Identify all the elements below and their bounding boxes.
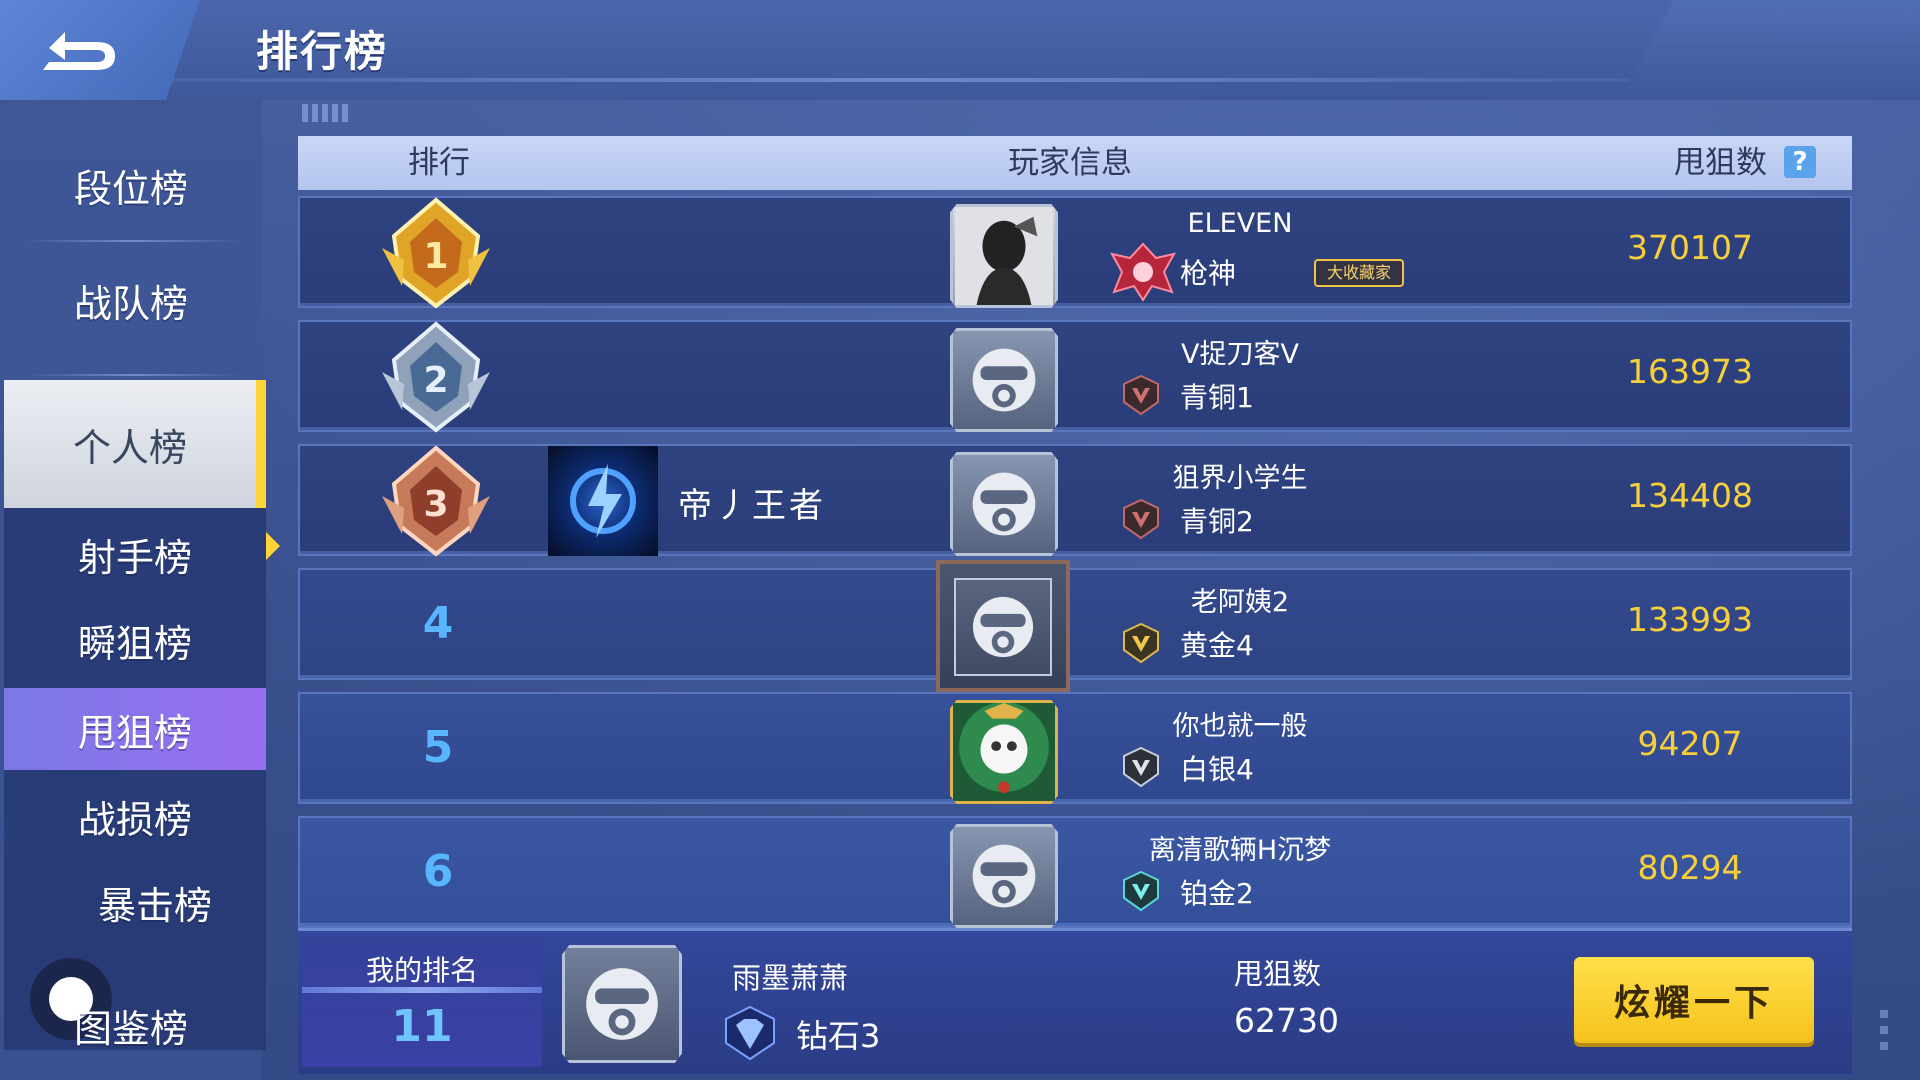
avatar[interactable] [936, 560, 1070, 692]
player-name: ELEVEN [1187, 208, 1293, 239]
medal-number: 2 [423, 360, 448, 401]
medal-number: 3 [423, 484, 448, 525]
my-rank-bar: 我的排名 11 雨墨萧萧 钻石3 甩狙数 62730 炫耀一下 [298, 928, 1852, 1074]
player-name: 狙界小学生 [1172, 463, 1308, 494]
sidebar-item-collection[interactable]: 图鉴榜 [0, 980, 262, 1070]
help-icon[interactable]: ? [1784, 146, 1816, 178]
player-score: 94207 [1637, 724, 1743, 763]
player-score: 134408 [1627, 476, 1753, 515]
my-tier: 钻石3 [796, 1017, 881, 1055]
tier-silver-icon [1123, 746, 1159, 788]
my-score-label: 甩狙数 [1234, 957, 1322, 991]
column-header-player: 玩家信息 [1008, 145, 1132, 181]
player-tier: 青铜2 [1180, 505, 1254, 538]
table-row[interactable]: 3 帝丿王者 狙界小学生 青铜2 134408 [298, 444, 1852, 557]
sidebar-item-crit[interactable]: 暴击榜 [44, 862, 266, 942]
collector-badge: 大收藏家 [1314, 259, 1404, 287]
sidebar-divider [24, 374, 242, 376]
gold-medal-icon: 1 [382, 197, 490, 309]
show-off-button[interactable]: 炫耀一下 [1574, 957, 1814, 1043]
player-tier: 白银4 [1180, 753, 1254, 786]
avatar[interactable] [950, 204, 1058, 308]
my-rank-label: 我的排名 [365, 954, 478, 987]
table-row[interactable]: 5 你也就一般 白银4 94207 [298, 692, 1852, 804]
lightning-emblem-icon [570, 464, 636, 538]
table-row[interactable]: 1 ELEVEN 枪神 大收藏家 370107 [298, 196, 1852, 309]
sidebar-item-shooter[interactable]: 射手榜 [4, 514, 266, 594]
tier-platinum-icon [1123, 870, 1159, 912]
player-portrait-icon [955, 207, 1053, 305]
avatar-inner [954, 578, 1052, 676]
player-score: 370107 [1627, 228, 1753, 267]
silver-medal-icon: 2 [382, 321, 490, 433]
gas-mask-avatar-icon [972, 348, 1036, 412]
gas-mask-avatar-icon [586, 968, 658, 1040]
player-tier: 黄金4 [1180, 629, 1254, 662]
player-tier: 枪神 [1180, 257, 1237, 290]
gas-mask-avatar-icon [972, 596, 1034, 658]
my-score-value: 62730 [1234, 1001, 1339, 1040]
player-name: 老阿姨2 [1190, 587, 1290, 618]
column-header-rank: 排行 [408, 145, 470, 181]
sidebar: 段位榜 战队榜 个人榜 射手榜 瞬狙榜 甩狙榜 战损榜 暴击榜 图鉴榜 [0, 100, 280, 1080]
avatar[interactable] [950, 452, 1058, 556]
player-score: 133993 [1627, 600, 1753, 639]
player-name: 你也就一般 [1172, 711, 1308, 742]
sidebar-item-quickscope[interactable]: 瞬狙榜 [4, 600, 266, 680]
rank-number: 6 [422, 846, 454, 897]
my-avatar[interactable] [562, 945, 682, 1063]
gas-mask-avatar-icon [972, 844, 1036, 908]
sidebar-item-team[interactable]: 战队榜 [0, 250, 262, 350]
tier-diamond-icon [725, 1005, 775, 1061]
sidebar-item-flickscope[interactable]: 甩狙榜 [4, 688, 266, 770]
rank-number: 4 [422, 598, 454, 649]
sidebar-divider [24, 240, 242, 242]
tier-gun-god-icon [1110, 242, 1176, 302]
sidebar-item-personal[interactable]: 个人榜 [4, 380, 266, 508]
tier-bronze-icon [1123, 498, 1159, 540]
player-tier: 铂金2 [1180, 877, 1254, 910]
back-arrow-icon [43, 32, 115, 70]
page-title: 排行榜 [256, 27, 389, 76]
player-score: 163973 [1627, 352, 1753, 391]
leaderboard-screen: 排行榜 段位榜 战队榜 个人榜 射手榜 瞬狙榜 甩狙榜 战损榜 暴击榜 图鉴榜 … [0, 0, 1920, 1080]
avatar[interactable] [950, 824, 1058, 928]
player-tier: 青铜1 [1180, 381, 1254, 414]
player-score: 80294 [1637, 848, 1743, 887]
top-bar: 排行榜 [0, 0, 1920, 100]
sidebar-item-rank-tier[interactable]: 段位榜 [0, 140, 262, 230]
medal-number: 1 [423, 236, 448, 277]
avatar[interactable] [950, 328, 1058, 432]
tier-gold-icon [1123, 622, 1159, 664]
player-name: 离清歌辆H沉梦 [1148, 835, 1332, 866]
bronze-medal-icon: 3 [382, 445, 490, 557]
my-player-name: 雨墨萧萧 [732, 961, 849, 995]
table-row[interactable]: 4 老阿姨2 黄金4 133993 [298, 560, 1852, 692]
table-row[interactable]: 6 离清歌辆H沉梦 铂金2 80294 [298, 816, 1852, 928]
tier-bronze-icon [1123, 374, 1159, 416]
back-button[interactable] [0, 0, 200, 100]
table-row[interactable]: 2 V捉刀客V 青铜1 163973 [298, 320, 1852, 433]
table-header: 排行 玩家信息 甩狙数 ? [298, 136, 1852, 190]
avatar[interactable] [950, 700, 1058, 804]
team-emblem[interactable] [548, 446, 658, 556]
gas-mask-avatar-icon [972, 472, 1036, 536]
rank-number: 5 [422, 722, 454, 773]
my-rank-underline [302, 987, 542, 993]
active-indicator-arrow [266, 532, 280, 560]
column-header-score: 甩狙数 [1674, 145, 1767, 181]
my-rank-value: 11 [391, 1001, 453, 1052]
ghost-avatar-icon [980, 703, 1028, 794]
scroll-indicator[interactable] [1880, 1010, 1888, 1054]
top-bar-divider [160, 78, 1630, 82]
team-name: 帝丿王者 [678, 486, 826, 526]
sidebar-item-damage[interactable]: 战损榜 [4, 776, 266, 856]
top-bar-decoration [1620, 0, 1920, 100]
my-rank-box: 我的排名 11 [302, 937, 542, 1067]
player-name: V捉刀客V [1181, 339, 1299, 370]
header-decoration [302, 104, 348, 122]
